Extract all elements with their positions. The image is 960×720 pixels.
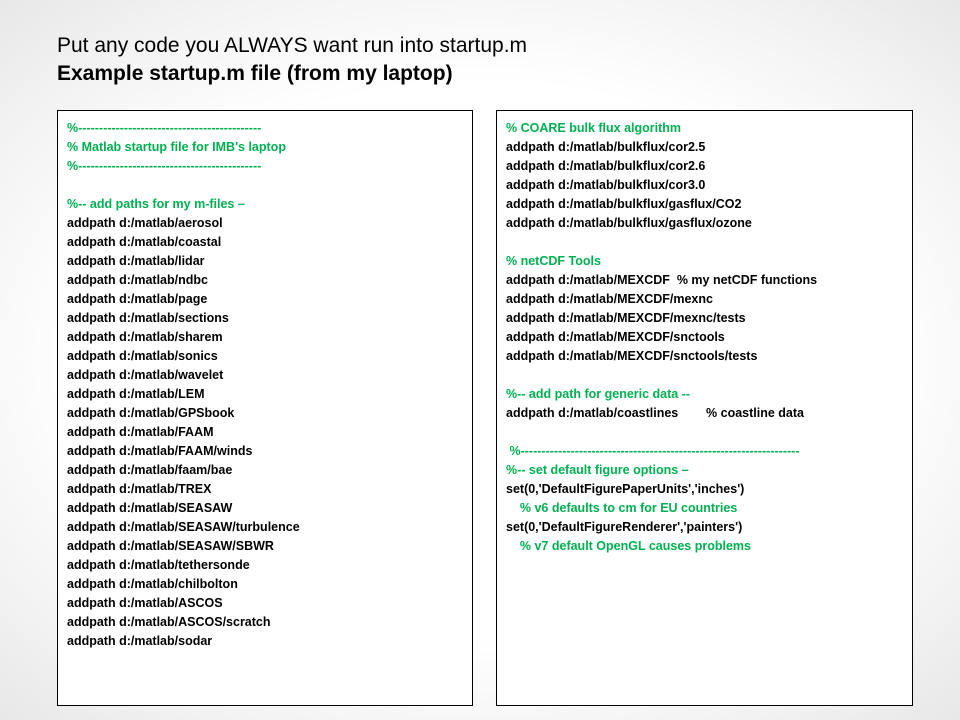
comment-line: % COARE bulk flux algorithm [506, 121, 682, 135]
code-line: addpath d:/matlab/GPSbook [67, 406, 235, 420]
comment-line: %---------------------------------------… [67, 121, 262, 135]
code-panel-left: %---------------------------------------… [57, 110, 473, 706]
code-line: addpath d:/matlab/MEXCDF/mexnc/tests [506, 311, 746, 325]
code-line: addpath d:/matlab/MEXCDF/snctools/tests [506, 349, 758, 363]
code-line: addpath d:/matlab/TREX [67, 482, 212, 496]
code-line: addpath d:/matlab/bulkflux/cor2.5 [506, 140, 706, 154]
code-line: addpath d:/matlab/lidar [67, 254, 205, 268]
code-line: addpath d:/matlab/bulkflux/cor3.0 [506, 178, 706, 192]
code-line: addpath d:/matlab/sections [67, 311, 229, 325]
comment-line: % v6 defaults to cm for EU countries [506, 501, 738, 515]
code-line: addpath d:/matlab/ASCOS [67, 596, 223, 610]
code-line: addpath d:/matlab/tethersonde [67, 558, 250, 572]
code-line: addpath d:/matlab/wavelet [67, 368, 224, 382]
code-line: addpath d:/matlab/bulkflux/gasflux/ozone [506, 216, 752, 230]
code-line: addpath d:/matlab/chilbolton [67, 577, 238, 591]
code-line: addpath d:/matlab/faam/bae [67, 463, 233, 477]
title-line-2: Example startup.m file (from my laptop) [57, 62, 453, 85]
code-line: addpath d:/matlab/ASCOS/scratch [67, 615, 271, 629]
code-line: addpath d:/matlab/MEXCDF/mexnc [506, 292, 713, 306]
comment-line: %-- set default figure options – [506, 463, 689, 477]
code-line: addpath d:/matlab/SEASAW [67, 501, 233, 515]
code-line: addpath d:/matlab/aerosol [67, 216, 223, 230]
code-line: addpath d:/matlab/coastal [67, 235, 222, 249]
code-line: addpath d:/matlab/sharem [67, 330, 223, 344]
code-line: set(0,'DefaultFigureRenderer','painters'… [506, 520, 743, 534]
comment-line: %---------------------------------------… [67, 159, 262, 173]
comment-line: % v7 default OpenGL causes problems [506, 539, 751, 553]
comment-line: %-- add path for generic data -- [506, 387, 691, 401]
code-line: addpath d:/matlab/bulkflux/gasflux/CO2 [506, 197, 742, 211]
comment-line: % netCDF Tools [506, 254, 601, 268]
code-line: addpath d:/matlab/bulkflux/cor2.6 [506, 159, 706, 173]
code-line: addpath d:/matlab/SEASAW/turbulence [67, 520, 300, 534]
code-line: addpath d:/matlab/LEM [67, 387, 205, 401]
slide-title: Put any code you ALWAYS want run into st… [57, 32, 917, 88]
code-line: addpath d:/matlab/FAAM [67, 425, 214, 439]
code-line: addpath d:/matlab/page [67, 292, 208, 306]
code-line: addpath d:/matlab/MEXCDF/snctools [506, 330, 725, 344]
code-line: addpath d:/matlab/sodar [67, 634, 213, 648]
code-line: addpath d:/matlab/MEXCDF % my netCDF fun… [506, 273, 818, 287]
comment-line: %---------------------------------------… [506, 444, 800, 458]
code-line: addpath d:/matlab/ndbc [67, 273, 208, 287]
comment-line: % Matlab startup file for IMB's laptop [67, 140, 286, 154]
title-line-1: Put any code you ALWAYS want run into st… [57, 34, 528, 57]
comment-line: %-- add paths for my m-files – [67, 197, 245, 211]
code-line: addpath d:/matlab/coastlines % coastline… [506, 406, 804, 420]
code-line: addpath d:/matlab/sonics [67, 349, 218, 363]
code-panel-right: % COARE bulk flux algorithm addpath d:/ma… [496, 110, 913, 706]
code-line: addpath d:/matlab/SEASAW/SBWR [67, 539, 274, 553]
code-line: addpath d:/matlab/FAAM/winds [67, 444, 253, 458]
code-line: set(0,'DefaultFigurePaperUnits','inches'… [506, 482, 745, 496]
